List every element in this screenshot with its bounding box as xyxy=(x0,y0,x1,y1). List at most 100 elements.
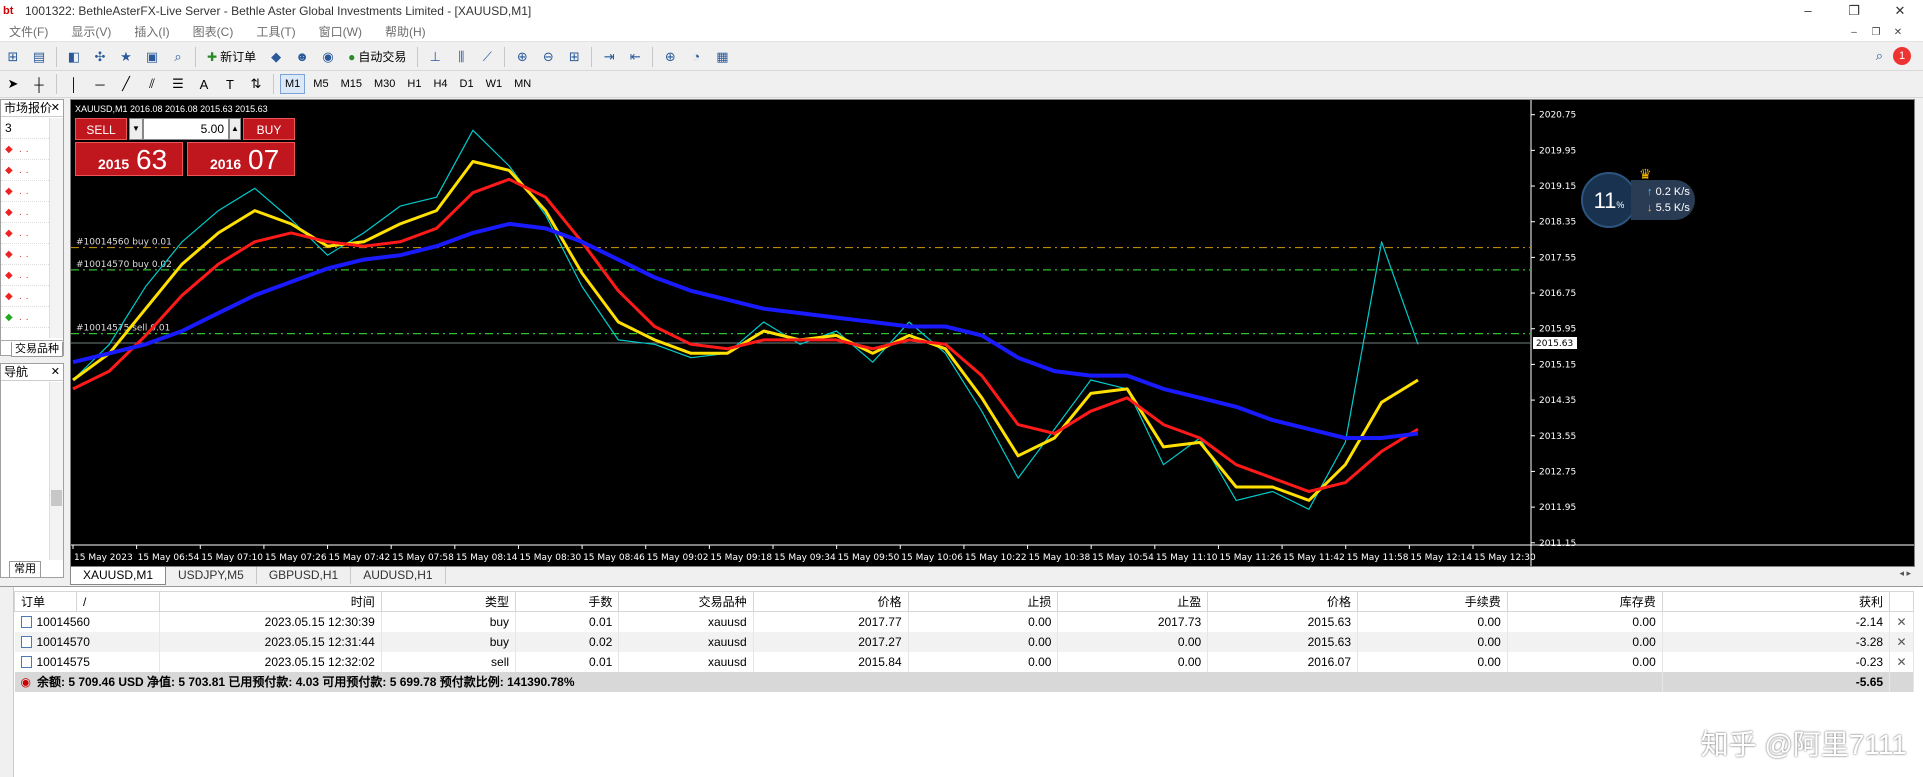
minimize-button[interactable]: – xyxy=(1785,0,1831,22)
list-item[interactable]: ◆.. xyxy=(1,244,49,265)
tile-windows-icon[interactable]: ⊞ xyxy=(563,46,585,68)
cursor-icon[interactable]: ➤ xyxy=(2,73,24,95)
tab-gbpusd-h1[interactable]: GBPUSD,H1 xyxy=(257,567,352,584)
signals-icon[interactable]: ☻ xyxy=(291,46,313,68)
bar-chart-icon[interactable]: ⊥ xyxy=(424,46,446,68)
indicators-icon[interactable]: ⊕ xyxy=(659,46,681,68)
close-order-icon[interactable]: ✕ xyxy=(1889,611,1914,632)
timeframe-h1[interactable]: H1 xyxy=(403,74,425,94)
fibonacci-icon[interactable]: ☰ xyxy=(167,73,189,95)
buy-price-button[interactable]: 2016 07 xyxy=(187,142,295,176)
text-tool-icon[interactable]: A xyxy=(193,73,215,95)
channel-icon[interactable]: ⫽ xyxy=(141,73,163,95)
candlestick-icon[interactable]: ⫼ xyxy=(450,46,472,68)
new-order-button[interactable]: ✚ 新订单 xyxy=(202,46,261,68)
line-chart-icon[interactable]: ⟋ xyxy=(476,46,498,68)
list-item[interactable]: ◆.. xyxy=(1,160,49,181)
lot-spinner-icon[interactable]: ▲ xyxy=(229,118,241,140)
zoom-in-icon[interactable]: ⊕ xyxy=(511,46,533,68)
col-open-price[interactable]: 价格 xyxy=(752,591,909,612)
tab-usdjpy-m5[interactable]: USDJPY,M5 xyxy=(166,567,257,584)
col-sl[interactable]: 止损 xyxy=(907,591,1059,612)
menu-tools[interactable]: 工具(T) xyxy=(247,23,309,40)
scrollbar-thumb[interactable] xyxy=(51,490,62,506)
periods-icon[interactable]: ◔ xyxy=(685,46,707,68)
trendline-icon[interactable]: ╱ xyxy=(115,73,137,95)
timeframe-m1[interactable]: M1 xyxy=(280,74,306,94)
mdi-minimize-button[interactable]: – xyxy=(1843,27,1865,38)
lot-input[interactable]: 5.00 xyxy=(143,118,229,140)
menu-charts[interactable]: 图表(C) xyxy=(184,23,248,40)
list-item[interactable]: ◆.. xyxy=(1,286,49,307)
col-profit[interactable]: 获利 xyxy=(1661,591,1891,612)
list-item[interactable]: ◆.. xyxy=(1,307,49,328)
maximize-button[interactable]: ❐ xyxy=(1831,0,1877,22)
zoom-out-icon[interactable]: ⊖ xyxy=(537,46,559,68)
list-item[interactable]: ◆.. xyxy=(1,265,49,286)
col-time[interactable]: 时间 xyxy=(158,591,382,612)
list-item[interactable]: 3 xyxy=(1,118,49,139)
tab-xauusd-m1[interactable]: XAUUSD,M1 xyxy=(70,567,167,585)
auto-scroll-icon[interactable]: ⇥ xyxy=(598,46,620,68)
buy-button[interactable]: BUY xyxy=(243,118,295,140)
col-swap[interactable]: 库存费 xyxy=(1506,591,1663,612)
col-type[interactable]: 类型 xyxy=(380,591,517,612)
menu-insert[interactable]: 插入(I) xyxy=(125,23,183,40)
terminal-icon[interactable]: ▣ xyxy=(141,46,163,68)
text-label-icon[interactable]: T xyxy=(219,73,241,95)
chart-window[interactable]: 2020.75 2019.95 2019.15 2018.35 2017.55 2016.… xyxy=(70,99,1915,567)
col-sort[interactable]: / xyxy=(75,591,160,612)
lot-dropdown-icon[interactable]: ▼ xyxy=(129,118,143,140)
menu-file[interactable]: 文件(F) xyxy=(0,23,62,40)
mdi-restore-button[interactable]: ❐ xyxy=(1865,27,1887,38)
profiles-icon[interactable]: ▤ xyxy=(28,46,50,68)
tester-icon[interactable]: ⌕ xyxy=(167,46,189,68)
timeframe-mn[interactable]: MN xyxy=(510,74,535,94)
menu-view[interactable]: 显示(V) xyxy=(62,23,125,40)
navigator-icon[interactable]: ★ xyxy=(115,46,137,68)
table-row[interactable]: 10014560 2023.05.15 12:30:39 buy 0.01 xa… xyxy=(14,611,1914,632)
tab-symbols[interactable]: 交易品种 xyxy=(11,342,63,357)
timeframe-m15[interactable]: M15 xyxy=(337,74,366,94)
notification-badge[interactable]: 1 xyxy=(1893,47,1911,65)
col-price[interactable]: 价格 xyxy=(1207,591,1359,612)
close-order-icon[interactable]: ✕ xyxy=(1889,631,1914,652)
tab-common[interactable]: 常用 xyxy=(9,561,41,577)
auto-trading-button[interactable]: ● 自动交易 xyxy=(343,46,411,68)
crosshair-icon[interactable]: ┼ xyxy=(28,73,50,95)
timeframe-d1[interactable]: D1 xyxy=(456,74,478,94)
close-icon[interactable]: ✕ xyxy=(51,364,60,380)
vertical-line-icon[interactable]: │ xyxy=(63,73,85,95)
menu-help[interactable]: 帮助(H) xyxy=(376,23,440,40)
table-row[interactable]: 10014575 2023.05.15 12:32:02 sell 0.01 x… xyxy=(14,651,1914,672)
templates-icon[interactable]: ▦ xyxy=(711,46,733,68)
market-icon[interactable]: ◉ xyxy=(317,46,339,68)
list-item[interactable]: ◆.. xyxy=(1,181,49,202)
close-button[interactable]: ✕ xyxy=(1877,0,1923,22)
close-icon[interactable]: ✕ xyxy=(51,100,60,116)
list-item[interactable]: ◆.. xyxy=(1,202,49,223)
col-tp[interactable]: 止盈 xyxy=(1057,591,1209,612)
tab-audusd-h1[interactable]: AUDUSD,H1 xyxy=(351,567,446,584)
timeframe-m5[interactable]: M5 xyxy=(309,74,332,94)
search-icon[interactable]: ⌕ xyxy=(1876,48,1883,64)
timeframe-m30[interactable]: M30 xyxy=(370,74,399,94)
col-lots[interactable]: 手数 xyxy=(515,591,620,612)
data-window-icon[interactable]: ✣ xyxy=(89,46,111,68)
col-order[interactable]: 订单 xyxy=(14,591,77,612)
metaeditor-icon[interactable]: ◆ xyxy=(265,46,287,68)
tab-scroll-arrows[interactable]: ◂ ▸ xyxy=(1899,568,1911,579)
chart-shift-icon[interactable]: ⇤ xyxy=(624,46,646,68)
mdi-close-button[interactable]: ✕ xyxy=(1887,27,1909,38)
close-order-icon[interactable]: ✕ xyxy=(1889,651,1914,672)
col-symbol[interactable]: 交易品种 xyxy=(618,591,754,612)
list-item[interactable]: ◆.. xyxy=(1,139,49,160)
sell-button[interactable]: SELL xyxy=(75,118,127,140)
menu-window[interactable]: 窗口(W) xyxy=(310,23,376,40)
arrows-icon[interactable]: ⇅ xyxy=(245,73,267,95)
timeframe-h4[interactable]: H4 xyxy=(429,74,451,94)
horizontal-line-icon[interactable]: ─ xyxy=(89,73,111,95)
table-row[interactable]: 10014570 2023.05.15 12:31:44 buy 0.02 xa… xyxy=(14,631,1914,652)
market-watch-scrollbar[interactable] xyxy=(49,118,63,338)
timeframe-w1[interactable]: W1 xyxy=(482,74,507,94)
